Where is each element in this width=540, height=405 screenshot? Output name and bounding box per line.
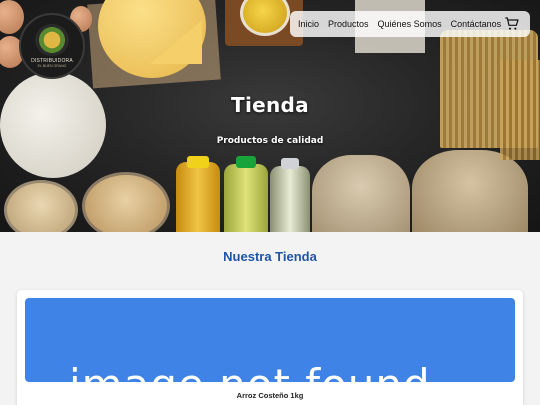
main-nav: Inicio Productos Quiénes Somos Contáctan… — [290, 11, 530, 37]
hero-decoration — [150, 20, 202, 64]
brand-tagline: EL BUEN GRANO — [37, 64, 67, 68]
hero-banner: DISTRIBUIDORA EL BUEN GRANO Inicio Produ… — [0, 0, 540, 232]
hero-decoration — [270, 166, 310, 232]
hero-decoration — [82, 172, 170, 232]
nav-item-inicio[interactable]: Inicio — [298, 19, 319, 29]
wheat-icon — [35, 24, 69, 56]
hero-decoration — [0, 72, 106, 178]
hero-subtitle: Productos de calidad — [216, 136, 324, 146]
hero-decoration — [312, 155, 410, 232]
nav-item-productos[interactable]: Productos — [328, 19, 369, 29]
nav-item-contactanos[interactable]: Contáctanos — [451, 19, 502, 29]
hero-decoration — [236, 156, 256, 168]
hero-decoration — [176, 162, 220, 232]
hero-decoration — [0, 0, 24, 34]
product-card[interactable]: image not found Arroz Costeño 1kg — [17, 290, 523, 405]
hero-decoration — [224, 164, 268, 232]
brand-logo[interactable]: DISTRIBUIDORA EL BUEN GRANO — [19, 13, 85, 79]
hero-decoration — [281, 158, 299, 169]
cart-icon[interactable] — [504, 16, 520, 32]
section-title: Nuestra Tienda — [223, 249, 317, 264]
hero-decoration — [412, 150, 528, 232]
product-image[interactable]: image not found — [25, 298, 515, 382]
hero-decoration — [4, 180, 78, 232]
product-image-alt-text: image not found — [69, 360, 431, 382]
nav-item-quienes-somos[interactable]: Quiénes Somos — [378, 19, 442, 29]
product-name: Arroz Costeño 1kg — [236, 391, 304, 400]
hero-title: Tienda — [231, 93, 309, 117]
hero-decoration — [187, 156, 209, 168]
